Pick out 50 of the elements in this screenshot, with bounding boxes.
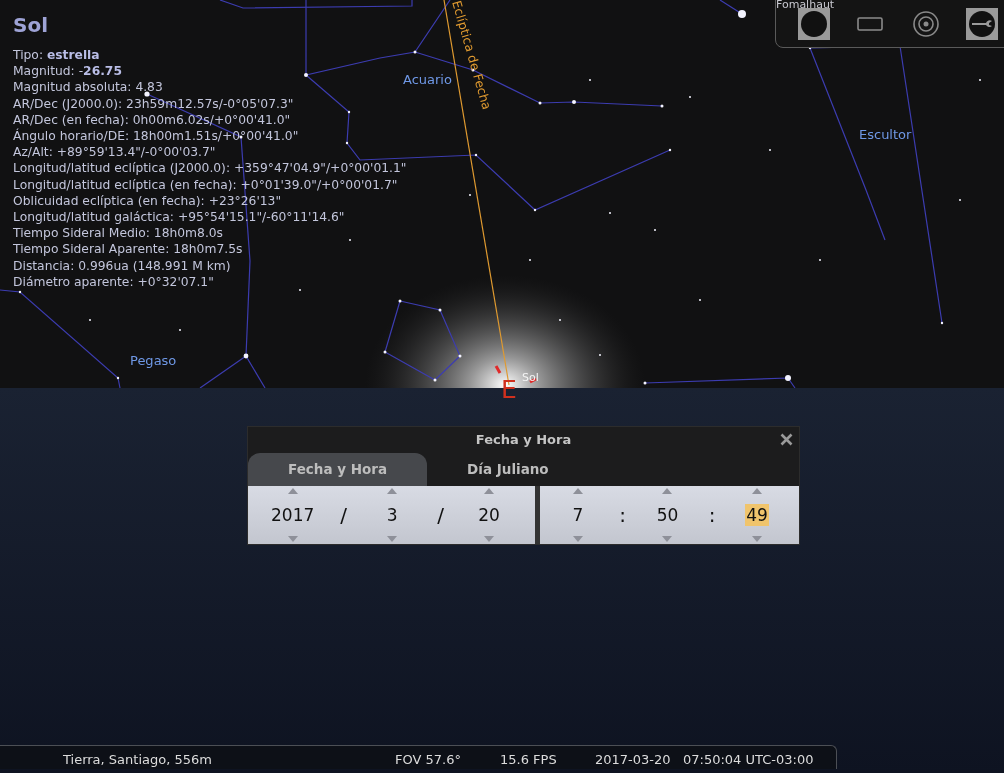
info-line: Magnitud absoluta: 4.83 <box>13 79 164 96</box>
separator-label: : <box>708 502 716 529</box>
close-button[interactable] <box>780 433 793 446</box>
status-location-text: Tierra, Santiago, 556m <box>63 751 212 769</box>
down-arrow-icon[interactable] <box>483 536 494 542</box>
status-date-text: 2017-03-20 <box>595 751 671 769</box>
wrench-icon[interactable] <box>966 7 998 40</box>
up-arrow-icon[interactable] <box>287 488 298 494</box>
status-fps-text: 15.6 FPS <box>500 751 557 769</box>
info-line: Oblicuidad eclíptica (en fecha): +23°26'13" <box>13 192 283 210</box>
up-arrow-icon[interactable] <box>751 488 762 494</box>
info-line: Tipo: estrella <box>13 47 101 64</box>
status-fov-text: FOV 57.6° <box>395 751 461 769</box>
up-arrow-icon[interactable] <box>483 488 494 494</box>
spin-field[interactable]: 7 <box>571 504 585 526</box>
spin-field[interactable]: 3 <box>385 504 399 526</box>
separator-label: / <box>437 502 444 529</box>
down-arrow-icon[interactable] <box>287 536 298 542</box>
separator-label: : <box>619 502 627 529</box>
up-arrow-icon[interactable] <box>387 488 398 494</box>
down-arrow-icon[interactable] <box>387 536 398 542</box>
constellation-label: Escultor <box>859 126 912 144</box>
object-title: Sol <box>13 12 49 38</box>
tab[interactable]: Día Juliano <box>427 453 589 486</box>
info-line: Tiempo Sideral Medio: 18h0m8.0s <box>13 225 225 242</box>
separator-label: / <box>340 502 348 529</box>
disk-icon[interactable] <box>798 7 830 40</box>
info-line: Tiempo Sideral Aparente: 18h0m7.5s <box>13 241 244 258</box>
info-line: Az/Alt: +89°59'13.4"/-0°00'03.7" <box>13 144 217 161</box>
info-line: Distancia: 0.996ua (148.991 M km) <box>13 257 232 274</box>
up-arrow-icon[interactable] <box>662 488 673 494</box>
down-arrow-icon[interactable] <box>662 536 673 542</box>
info-line: Longitud/latitud galáctica: +95°54'15.1"/-60°11'14.6" <box>13 209 346 226</box>
down-arrow-icon[interactable] <box>751 536 762 542</box>
star-label: Fomalhaut <box>776 0 835 11</box>
spin-field[interactable]: 50 <box>655 504 680 526</box>
up-arrow-icon[interactable] <box>572 488 583 494</box>
info-line: Magnitud: -26.75 <box>13 63 123 80</box>
info-line: Diámetro aparente: +0°32'07.1" <box>13 273 215 291</box>
down-arrow-icon[interactable] <box>572 536 583 542</box>
constellation-label: Acuario <box>403 71 452 89</box>
spin-field[interactable]: 20 <box>477 504 501 526</box>
constellation-label: Pegaso <box>130 352 177 370</box>
spin-field[interactable]: 2017 <box>270 504 316 526</box>
tab[interactable]: Fecha y Hora <box>248 453 428 486</box>
spin-field[interactable]: 49 <box>745 504 769 526</box>
info-line: Longitud/latitud eclíptica (J2000.0): +359°47'04.9"/+0°00'01.1" <box>13 160 407 177</box>
status-time-text: 07:50:04 UTC-03:00 <box>683 751 814 769</box>
sun-label: Sol <box>522 370 539 386</box>
dialog-title: Fecha y Hora <box>475 432 572 447</box>
